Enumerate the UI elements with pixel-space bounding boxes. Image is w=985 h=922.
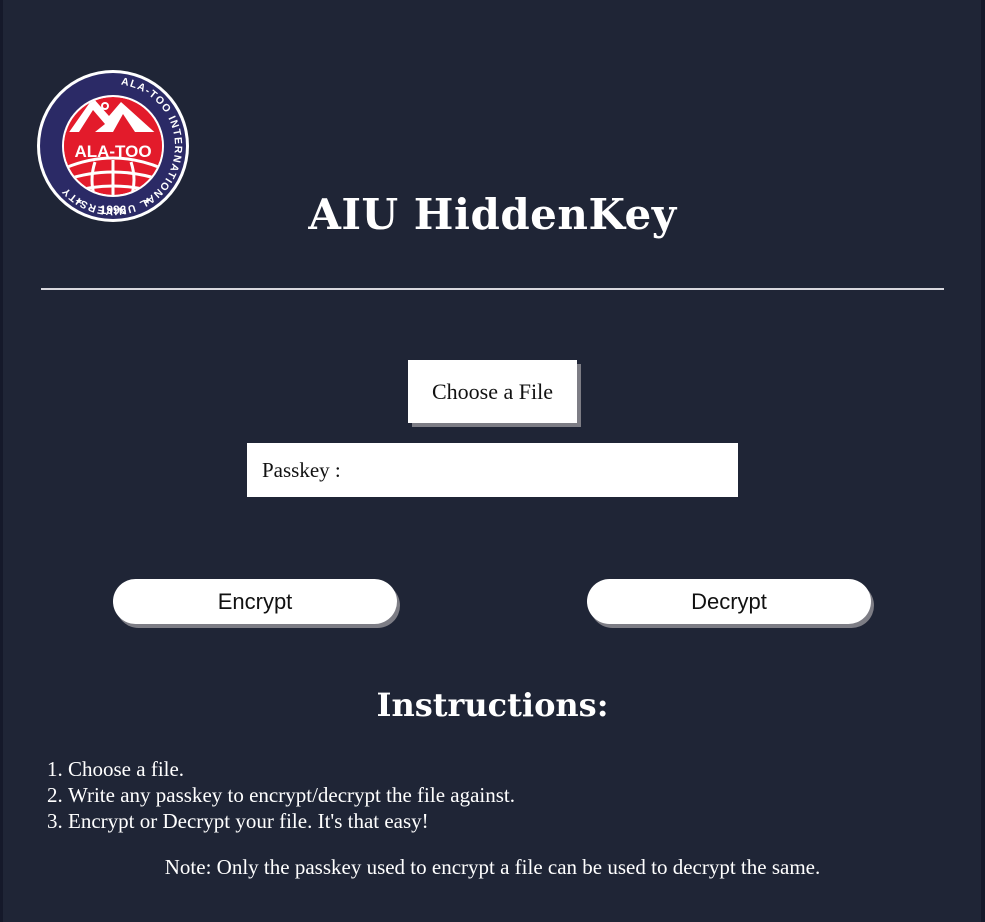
list-item: Choose a file. — [68, 756, 515, 782]
passkey-label: Passkey : — [262, 457, 341, 482]
instructions-list: Choose a file. Write any passkey to encr… — [68, 756, 515, 834]
decrypt-button[interactable]: Decrypt — [587, 579, 871, 624]
window-edge-left — [0, 0, 3, 922]
window-edge-right — [981, 0, 985, 922]
list-item: Write any passkey to encrypt/decrypt the… — [68, 782, 515, 808]
choose-file-button[interactable]: Choose a File — [408, 360, 577, 423]
choose-file-label: Choose a File — [432, 378, 553, 404]
instructions-heading: Instructions: — [376, 686, 609, 724]
instructions-note: Note: Only the passkey used to encrypt a… — [164, 855, 821, 879]
passkey-input[interactable] — [346, 449, 738, 491]
encrypt-button[interactable]: Encrypt — [113, 579, 397, 624]
header-divider — [41, 288, 944, 290]
app-title: AIU HiddenKey — [308, 190, 677, 239]
logo-center-text: ALA-TOO — [74, 142, 151, 161]
passkey-field[interactable]: Passkey : — [247, 443, 738, 497]
list-item: Encrypt or Decrypt your file. It's that … — [68, 808, 515, 834]
encrypt-label: Encrypt — [217, 588, 293, 614]
decrypt-label: Decrypt — [691, 588, 767, 614]
